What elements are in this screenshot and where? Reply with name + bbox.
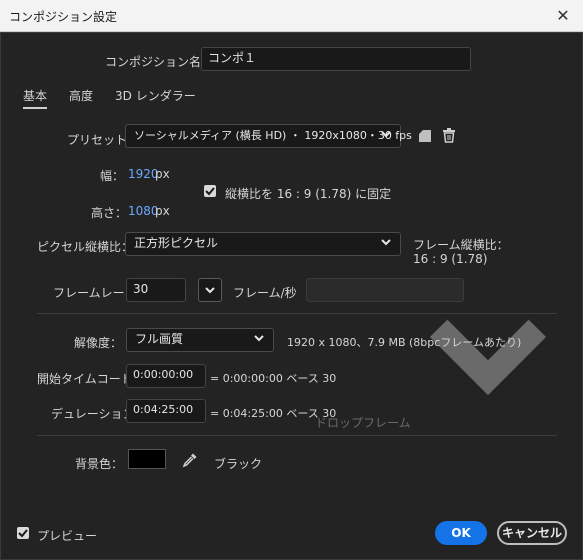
chevron-down-icon	[381, 131, 391, 138]
trash-icon[interactable]	[442, 128, 456, 143]
frame-rate-dropdown-button[interactable]	[198, 278, 222, 302]
width-value[interactable]: 1920	[128, 167, 159, 181]
divider	[37, 435, 557, 436]
preset-value: ソーシャルメディア (横長 HD) ・ 1920x1080・30 fps	[134, 129, 412, 142]
tab-basic[interactable]: 基本	[23, 87, 48, 109]
start-timecode-equals: = 0:00:00:00 ベース 30	[210, 372, 337, 385]
frame-aspect-value: 16 : 9 (1.78)	[413, 252, 488, 266]
composition-name-input[interactable]: コンポ１	[201, 47, 471, 71]
background-color-swatch[interactable]	[128, 449, 166, 469]
start-timecode-input[interactable]: 0:00:00:00	[126, 364, 206, 388]
chevron-down-icon	[205, 287, 215, 294]
frame-aspect-label: フレーム縦横比：	[413, 238, 509, 252]
frame-rate-unit: フレーム/秒	[233, 286, 297, 300]
height-value[interactable]: 1080	[128, 204, 159, 218]
background-color-name: ブラック	[214, 457, 263, 471]
height-unit: px	[155, 204, 170, 218]
pixel-aspect-value: 正方形ピクセル	[134, 236, 219, 250]
save-preset-icon[interactable]	[418, 129, 432, 143]
frame-rate-input[interactable]: 30	[126, 278, 186, 302]
resolution-select[interactable]: フル画質	[126, 328, 274, 352]
height-label: 高さ：	[91, 206, 128, 220]
preview-label: プレビュー	[37, 529, 98, 543]
divider	[37, 313, 557, 314]
chevron-down-icon	[381, 239, 391, 246]
resolution-label: 解像度：	[74, 336, 123, 350]
composition-name-label: コンポジション名：	[105, 55, 214, 69]
checkmark-icon	[205, 187, 215, 196]
title-bar: コンポジション設定 ✕	[0, 0, 583, 32]
resolution-info: 1920 x 1080、7.9 MB (8bpcフレームあたり)	[287, 336, 522, 349]
duration-equals: = 0:04:25:00 ベース 30	[210, 407, 337, 420]
ok-button[interactable]: OK	[435, 521, 487, 545]
drop-frame-select: ドロップフレーム	[306, 278, 547, 430]
preset-select[interactable]: ソーシャルメディア (横長 HD) ・ 1920x1080・30 fps	[125, 124, 412, 148]
cancel-button[interactable]: キャンセル	[497, 521, 567, 545]
composition-settings-dialog: コンポジション名： コンポ１ 基本 高度 3D レンダラー プリセット： ソーシ…	[0, 32, 583, 560]
chevron-down-icon	[254, 335, 264, 342]
tab-3d-renderer[interactable]: 3D レンダラー	[115, 87, 196, 104]
preview-checkbox[interactable]	[17, 527, 29, 539]
checkmark-icon	[18, 529, 28, 538]
tab-advanced[interactable]: 高度	[69, 87, 93, 104]
lock-aspect-label: 縦横比を 16 : 9 (1.78) に固定	[225, 187, 392, 201]
window-title: コンポジション設定	[9, 10, 118, 24]
pixel-aspect-label: ピクセル縦横比：	[37, 240, 134, 254]
width-unit: px	[155, 167, 170, 181]
eyedropper-icon[interactable]	[182, 452, 198, 468]
duration-input[interactable]: 0:04:25:00	[126, 399, 206, 423]
resolution-value: フル画質	[135, 332, 184, 346]
lock-aspect-checkbox[interactable]	[204, 185, 216, 197]
chevron-down-icon	[430, 319, 547, 396]
close-icon[interactable]: ✕	[551, 4, 575, 28]
width-label: 幅：	[100, 169, 125, 183]
background-color-label: 背景色：	[75, 457, 124, 471]
pixel-aspect-select[interactable]: 正方形ピクセル	[125, 232, 401, 256]
